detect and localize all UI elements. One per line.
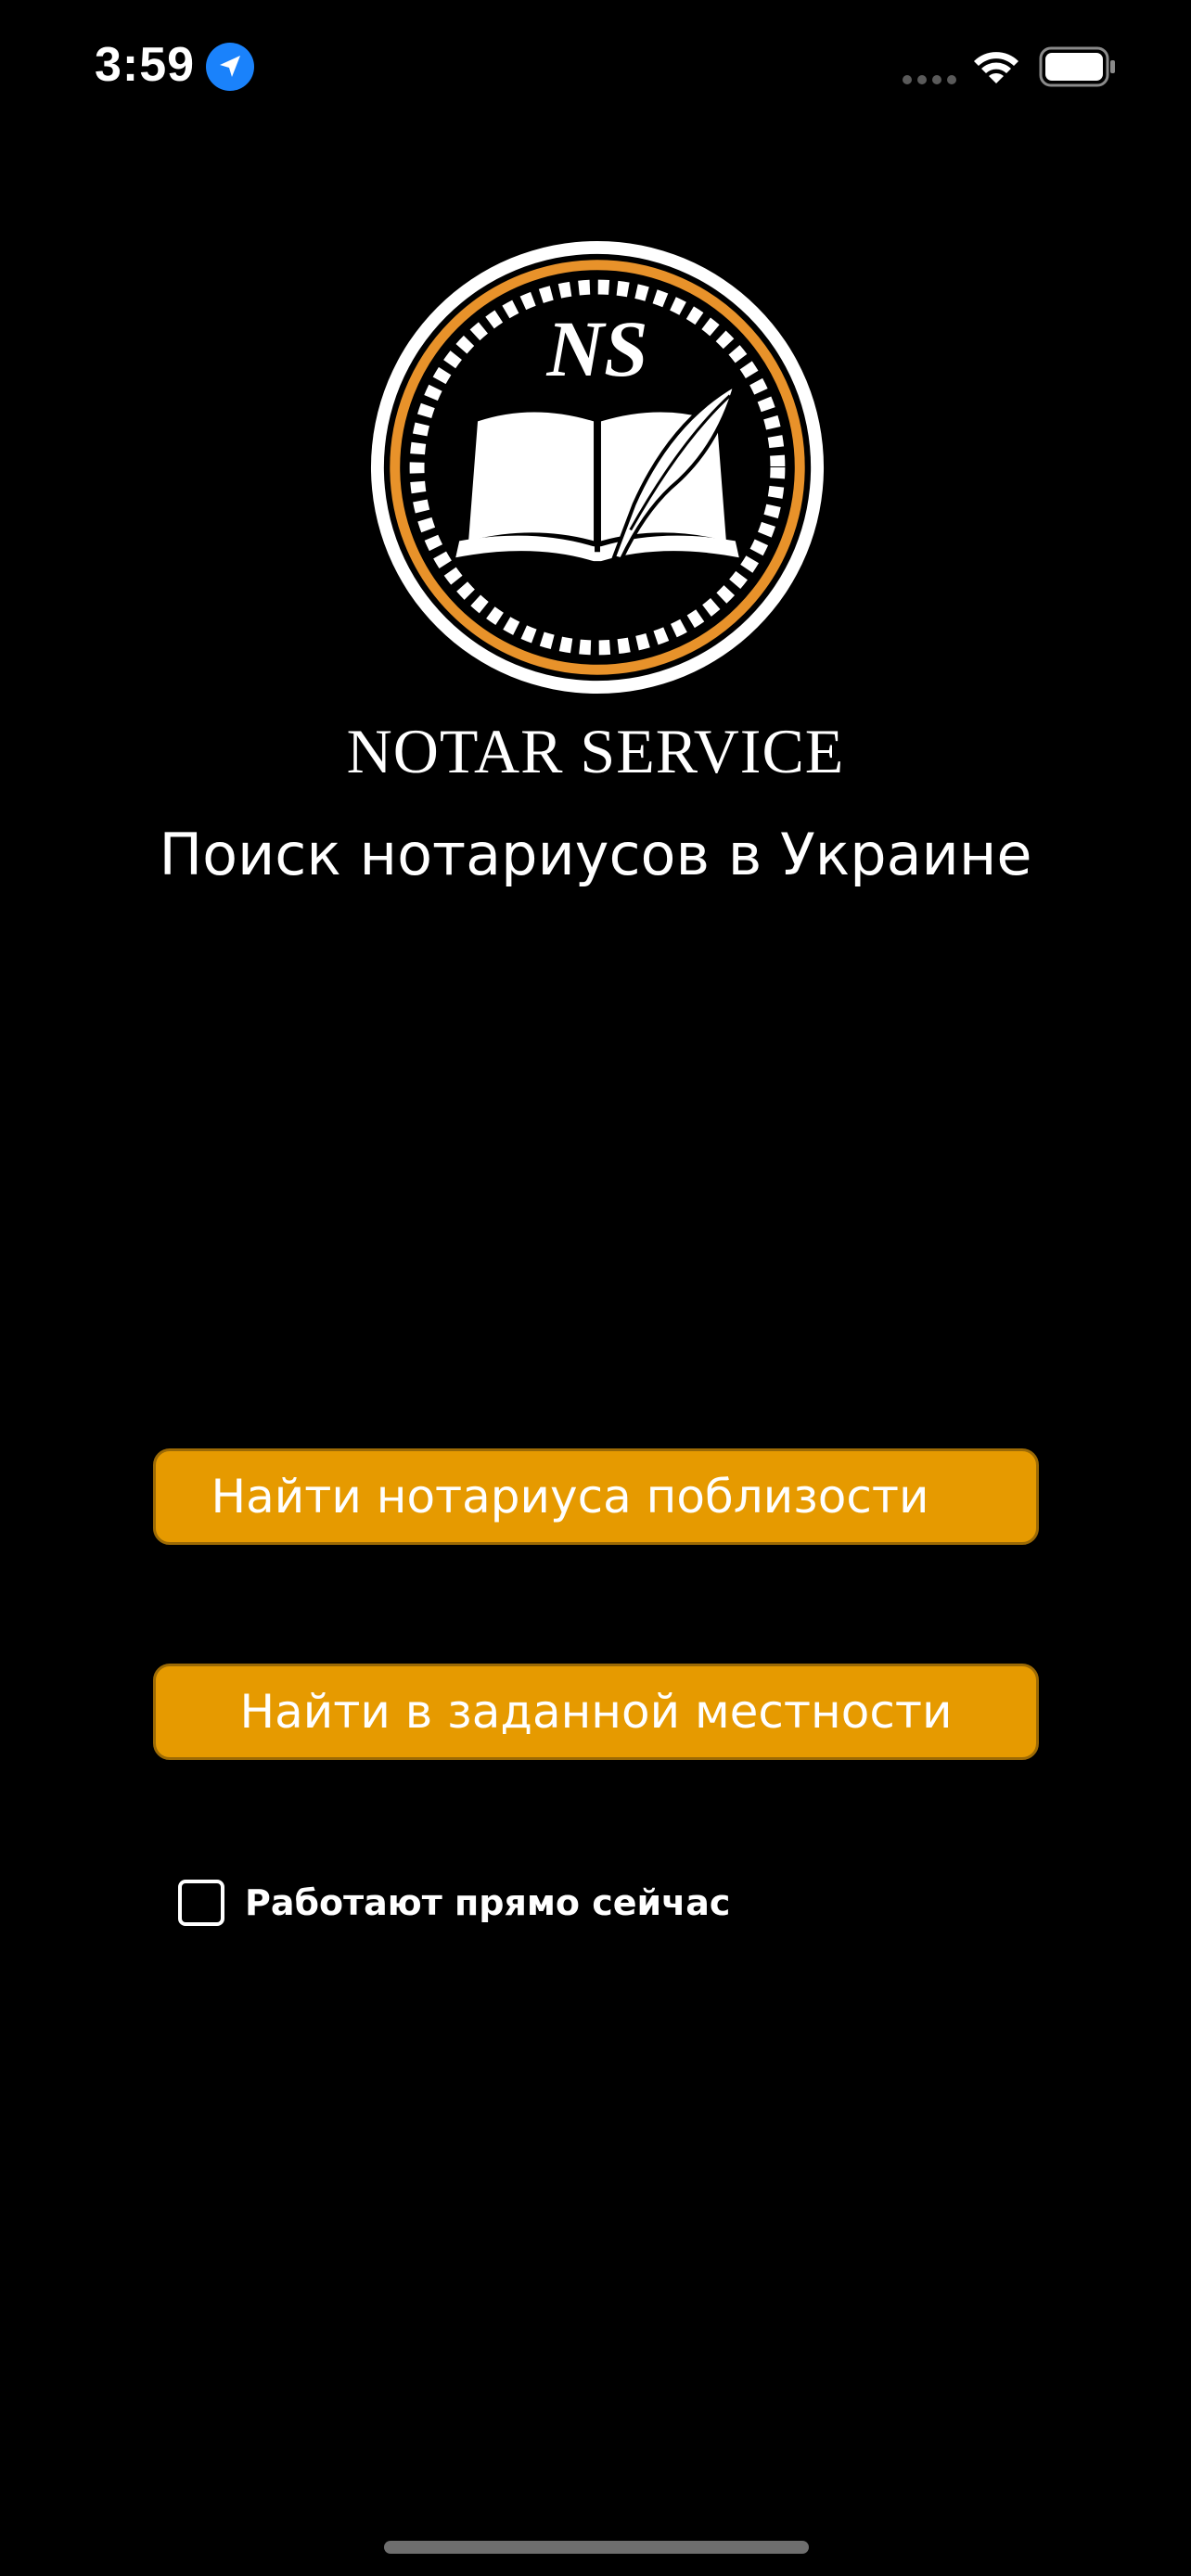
open-now-label: Работают прямо сейчас [245,1882,731,1923]
notar-service-logo: NS [370,240,825,695]
find-nearby-notary-label: Найти нотариуса поблизости [211,1470,929,1524]
brand-name: NOTAR SERVICE [346,716,845,786]
app-tagline: Поиск нотариусов в Украине [159,821,1032,888]
battery-icon [1039,46,1115,87]
open-now-checkbox[interactable]: Работают прямо сейчас [178,1877,730,1929]
find-nearby-notary-button[interactable]: Найти нотариуса поблизости [153,1448,1039,1545]
location-arrow-icon [206,43,254,91]
status-time: 3:59 [95,38,196,92]
find-in-area-label: Найти в заданной местности [239,1685,953,1739]
checkbox-box[interactable] [178,1880,224,1926]
cellular-signal-icon [903,75,956,84]
status-bar: 3:59 [0,0,1191,130]
home-indicator[interactable] [384,2541,809,2554]
find-in-area-button[interactable]: Найти в заданной местности [153,1664,1039,1760]
svg-text:NS: NS [545,306,647,393]
wifi-icon [974,52,1018,83]
